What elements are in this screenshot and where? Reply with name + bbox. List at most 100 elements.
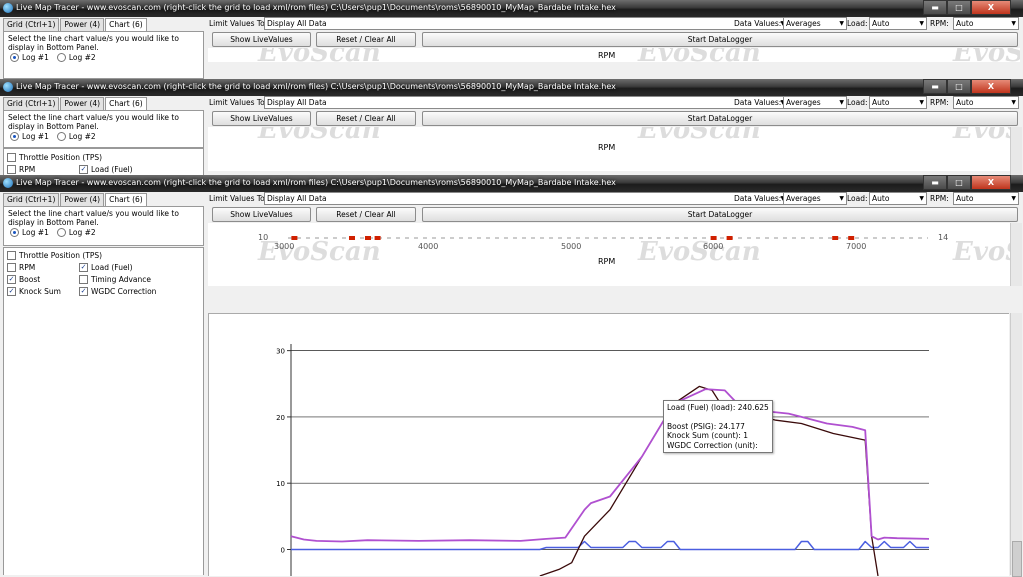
- start-datalogger-button[interactable]: Start DataLogger: [422, 207, 1018, 222]
- reset-clear-all-button[interactable]: Reset / Clear All: [316, 207, 416, 222]
- maximize-button[interactable]: □: [947, 79, 971, 94]
- rpm-select[interactable]: Auto ▼: [953, 17, 1019, 30]
- load-select[interactable]: Auto ▼: [869, 17, 927, 30]
- load-select[interactable]: Auto ▼: [869, 96, 927, 109]
- data-values-value: Averages: [786, 19, 821, 28]
- checkbox-rpm[interactable]: RPM: [7, 263, 35, 272]
- log2-radio[interactable]: Log #2: [56, 132, 96, 141]
- tab-grid[interactable]: Grid (Ctrl+1): [3, 97, 60, 110]
- show-live-values-button[interactable]: Show LiveValues: [212, 32, 311, 47]
- evoscan-app-icon: [3, 82, 13, 92]
- chart-tab-description: Select the line chart value/s you would …: [8, 209, 179, 227]
- checkbox-timing-advance[interactable]: Timing Advance: [79, 275, 151, 284]
- limit-values-label: Limit Values To:: [209, 194, 268, 203]
- filter-row: Limit Values To: Display All Data▼ Data …: [208, 17, 1020, 30]
- tab-chart[interactable]: Chart (6): [105, 97, 147, 111]
- checkbox-box: [7, 153, 16, 162]
- evoscan-watermark: EvoScan: [258, 48, 381, 62]
- filter-row: Limit Values To: Display All Data▼ Data …: [208, 192, 1020, 205]
- log2-radio[interactable]: Log #2: [56, 228, 96, 237]
- tooltip-boost-line: Boost (PSIG): 24.177: [667, 421, 745, 431]
- bottom-line-chart-panel[interactable]: 30 20 10 0 Load (Fuel) (load): 240.625 Boos…: [208, 313, 1009, 576]
- checkbox-label: RPM: [19, 165, 36, 174]
- tab-chart[interactable]: Chart (6): [105, 18, 147, 32]
- data-values-select[interactable]: Averages ▼: [783, 192, 847, 205]
- log2-label: Log #2: [68, 53, 96, 62]
- tab-chart[interactable]: Chart (6): [105, 193, 147, 207]
- tab-power[interactable]: Power (4): [60, 18, 105, 31]
- limit-values-select[interactable]: Display All Data▼: [264, 17, 788, 30]
- check-icon: ✓: [79, 287, 88, 296]
- maximize-button[interactable]: □: [947, 0, 971, 15]
- data-values-value: Averages: [786, 194, 821, 203]
- banner-scrollbar[interactable]: [1010, 127, 1022, 175]
- rpm-select[interactable]: Auto ▼: [953, 192, 1019, 205]
- close-button[interactable]: X: [971, 79, 1011, 94]
- log1-radio[interactable]: Log #1: [10, 132, 49, 141]
- title-bar[interactable]: Live Map Tracer - www.evoscan.com (right…: [0, 175, 1023, 192]
- limit-values-label: Limit Values To:: [209, 19, 268, 28]
- tab-grid[interactable]: Grid (Ctrl+1): [3, 18, 60, 31]
- rpm-select[interactable]: Auto ▼: [953, 96, 1019, 109]
- chart-scrollbar[interactable]: [1010, 313, 1022, 577]
- chevron-down-icon: ▼: [919, 195, 924, 202]
- limit-values-select[interactable]: Display All Data▼: [264, 192, 788, 205]
- y-tick-label: 0: [281, 546, 285, 554]
- reset-clear-all-button[interactable]: Reset / Clear All: [316, 111, 416, 126]
- log1-radio[interactable]: Log #1: [10, 53, 49, 62]
- rpm-marker: [291, 236, 298, 240]
- rpm-marker: [726, 236, 733, 240]
- title-bar[interactable]: Live Map Tracer - www.evoscan.com (right…: [0, 79, 1023, 96]
- rpm-marker: [349, 236, 355, 240]
- checkbox-rpm[interactable]: RPM: [7, 165, 35, 174]
- maximize-button[interactable]: □: [947, 175, 971, 190]
- log2-radio[interactable]: Log #2: [56, 53, 96, 62]
- data-values-select[interactable]: Averages ▼: [783, 96, 847, 109]
- minimize-button[interactable]: ▬: [923, 175, 947, 190]
- chevron-down-icon: ▼: [839, 195, 844, 202]
- evoscan-watermark: EvoScan: [258, 127, 381, 145]
- checkbox-load-fuel[interactable]: ✓ Load (Fuel): [79, 263, 133, 272]
- close-button[interactable]: X: [971, 175, 1011, 190]
- minimize-button[interactable]: ▬: [923, 79, 947, 94]
- title-bar[interactable]: Live Map Tracer - www.evoscan.com (right…: [0, 0, 1023, 17]
- window-title: Live Map Tracer - www.evoscan.com (right…: [16, 178, 616, 187]
- load-label: Load:: [847, 19, 868, 28]
- y-tick-label: 20: [276, 414, 285, 422]
- rpm-marker: [710, 236, 717, 240]
- banner-scrollbar[interactable]: [1010, 223, 1022, 286]
- rpm-tick-label: 3000: [274, 242, 295, 251]
- button-row: Show LiveValues Reset / Clear All Start …: [208, 111, 1020, 126]
- scrollbar-thumb[interactable]: [1012, 541, 1022, 577]
- checkbox-wgdc-correction[interactable]: ✓ WGDC Correction: [79, 287, 156, 296]
- checkbox-boost[interactable]: ✓ Boost: [7, 275, 40, 284]
- close-button[interactable]: X: [971, 0, 1011, 15]
- show-live-values-button[interactable]: Show LiveValues: [212, 207, 311, 222]
- limit-values-select[interactable]: Display All Data▼: [264, 96, 788, 109]
- evoscan-watermark: EvoScan: [638, 127, 761, 145]
- evoscan-watermark: EvoScan: [638, 48, 761, 62]
- data-values-select[interactable]: Averages ▼: [783, 17, 847, 30]
- log1-radio[interactable]: Log #1: [10, 228, 49, 237]
- tab-power[interactable]: Power (4): [60, 193, 105, 206]
- show-live-values-button[interactable]: Show LiveValues: [212, 111, 311, 126]
- start-datalogger-button[interactable]: Start DataLogger: [422, 111, 1018, 126]
- reset-clear-all-button[interactable]: Reset / Clear All: [316, 32, 416, 47]
- start-datalogger-button[interactable]: Start DataLogger: [422, 32, 1018, 47]
- minimize-button[interactable]: ▬: [923, 0, 947, 15]
- tab-power[interactable]: Power (4): [60, 97, 105, 110]
- load-value: Auto: [872, 194, 890, 203]
- chevron-down-icon: ▼: [1011, 20, 1016, 27]
- load-select[interactable]: Auto ▼: [869, 192, 927, 205]
- window-title: Live Map Tracer - www.evoscan.com (right…: [16, 82, 616, 91]
- window-title: Live Map Tracer - www.evoscan.com (right…: [16, 3, 616, 12]
- check-icon: ✓: [7, 275, 16, 284]
- checkbox-throttle-position[interactable]: Throttle Position (TPS): [7, 251, 102, 260]
- rpm-axis-strip: [288, 236, 928, 240]
- checkbox-load-fuel[interactable]: ✓ Load (Fuel): [79, 165, 133, 174]
- log1-label: Log #1: [22, 228, 49, 237]
- checkbox-knock-sum[interactable]: ✓ Knock Sum: [7, 287, 61, 296]
- checkbox-label: Throttle Position (TPS): [19, 251, 103, 260]
- checkbox-throttle-position[interactable]: Throttle Position (TPS): [7, 153, 102, 162]
- tab-grid[interactable]: Grid (Ctrl+1): [3, 193, 60, 206]
